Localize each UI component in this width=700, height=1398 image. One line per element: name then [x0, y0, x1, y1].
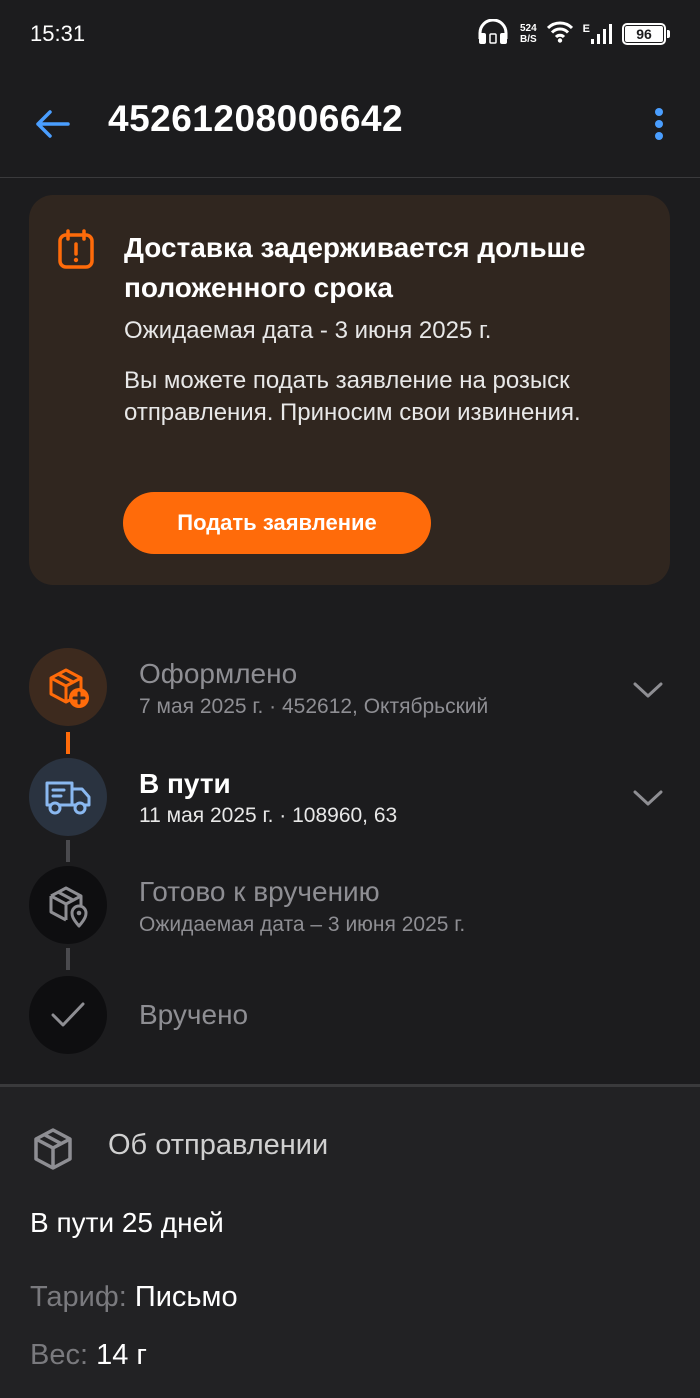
check-icon: [51, 1002, 85, 1027]
timeline-connector: [66, 840, 70, 862]
package-location-icon: [49, 886, 88, 928]
step-registered-expand[interactable]: [630, 678, 666, 702]
step-ready-subtitle: Ожидаемая дата – 3 июня 2025 г.: [139, 913, 466, 936]
step-registered-title: Оформлено: [139, 658, 298, 689]
alert-title: Доставка задерживается дольше положенног…: [124, 232, 586, 303]
calendar-alert-icon: [57, 229, 95, 269]
status-bar: 15:31 524 B/S E 96: [0, 0, 700, 68]
step-delivered-title: Вручено: [139, 999, 249, 1030]
step-registered-icon-circle: [29, 648, 107, 726]
alert-description: Вы можете подать заявление на розыск отп…: [124, 367, 581, 426]
submit-claim-button[interactable]: Подать заявление: [123, 492, 431, 554]
tracking-timeline: Оформлено 7 мая 2025 г. · 452612, Октябр…: [0, 640, 700, 1060]
tariff-label: Тариф:: [30, 1281, 127, 1313]
truck-icon: [45, 781, 91, 815]
network-speed: 524 B/S: [520, 23, 537, 45]
alert-expected-date: Ожидаемая дата - 3 июня 2025 г.: [124, 317, 492, 344]
step-ready-icon-circle: [29, 866, 107, 944]
step-ready-title: Готово к вручению: [139, 876, 380, 907]
tracking-number-title: 45261208006642: [108, 98, 404, 139]
more-options-button[interactable]: [646, 102, 672, 146]
app-bar: 45261208006642: [0, 68, 700, 178]
network-speed-unit: B/S: [519, 34, 537, 45]
arrow-left-icon: [36, 110, 70, 138]
chevron-down-icon: [633, 790, 663, 806]
back-button[interactable]: [32, 104, 72, 144]
wifi-icon: [546, 21, 573, 48]
chevron-down-icon: [633, 682, 663, 698]
weight-label: Вес:: [30, 1339, 89, 1371]
step-delivered-icon-circle: [29, 976, 107, 1054]
delay-alert-card: Доставка задерживается дольше положенног…: [29, 195, 670, 585]
headphones-icon: [476, 18, 510, 50]
tariff-value: Письмо: [134, 1281, 238, 1313]
timeline-connector: [66, 732, 70, 754]
timeline-connector: [66, 948, 70, 970]
package-plus-icon: [49, 668, 89, 708]
weight-value: 14 г: [96, 1339, 147, 1371]
battery-level: 96: [625, 26, 663, 42]
step-in-transit-subtitle: 11 мая 2025 г. · 108960, 63: [139, 804, 398, 827]
step-in-transit-title: В пути: [139, 768, 231, 799]
tariff-row: Тариф: Письмо: [30, 1281, 238, 1314]
more-vertical-icon: [655, 108, 663, 140]
weight-row: Вес: 14 г: [30, 1339, 147, 1372]
transit-duration: В пути 25 дней: [30, 1207, 224, 1238]
network-type: E: [582, 23, 590, 35]
signal-icon: E: [583, 23, 612, 45]
shipment-info-section: Об отправлении В пути 25 дней Тариф: Пис…: [0, 1087, 700, 1398]
step-in-transit-expand[interactable]: [630, 786, 666, 810]
network-speed-value: 524: [519, 23, 537, 34]
step-registered-subtitle: 7 мая 2025 г. · 452612, Октябрьский: [139, 695, 489, 718]
package-icon: [32, 1127, 74, 1171]
battery-icon: 96: [622, 23, 670, 45]
status-icons: 524 B/S E 96: [476, 18, 670, 50]
step-in-transit-icon-circle: [29, 758, 107, 836]
status-time: 15:31: [30, 21, 86, 46]
shipment-info-heading: Об отправлении: [108, 1129, 329, 1161]
